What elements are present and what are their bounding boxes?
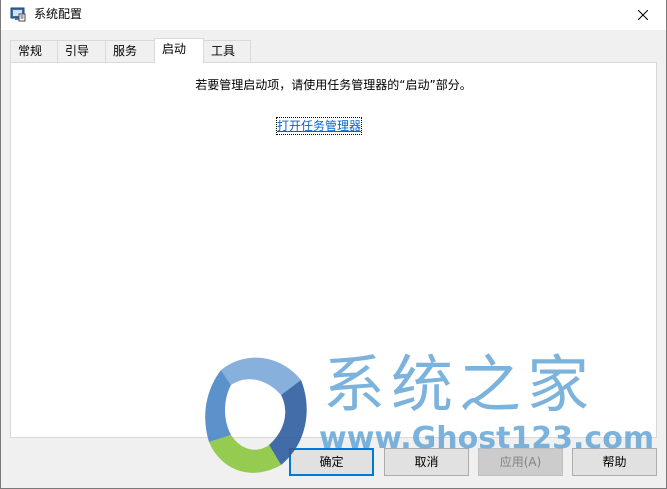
tab-general[interactable]: 常规 bbox=[10, 40, 58, 62]
tab-startup[interactable]: 启动 bbox=[154, 38, 204, 63]
startup-message: 若要管理启动项，请使用任务管理器的“启动”部分。 bbox=[195, 78, 472, 92]
apply-button[interactable]: 应用(A) bbox=[478, 448, 563, 476]
title-bar: 系统配置 bbox=[1, 0, 666, 30]
help-button[interactable]: 帮助 bbox=[572, 448, 657, 476]
close-button[interactable] bbox=[620, 0, 666, 30]
tab-tools[interactable]: 工具 bbox=[203, 40, 251, 62]
system-configuration-window: 系统配置 常规 引导 服务 启动 工具 若要管理启动项，请使用任务管理器的“启动… bbox=[0, 0, 667, 489]
startup-tab-panel: 若要管理启动项，请使用任务管理器的“启动”部分。 打开任务管理器 bbox=[10, 62, 657, 438]
cancel-button[interactable]: 取消 bbox=[384, 448, 469, 476]
msconfig-icon bbox=[10, 7, 26, 22]
ok-button[interactable]: 确定 bbox=[289, 448, 374, 476]
tab-services[interactable]: 服务 bbox=[105, 40, 155, 62]
close-icon bbox=[638, 10, 648, 20]
open-task-manager-link[interactable]: 打开任务管理器 bbox=[275, 117, 363, 135]
window-title: 系统配置 bbox=[34, 7, 83, 21]
tab-boot[interactable]: 引导 bbox=[57, 40, 106, 62]
